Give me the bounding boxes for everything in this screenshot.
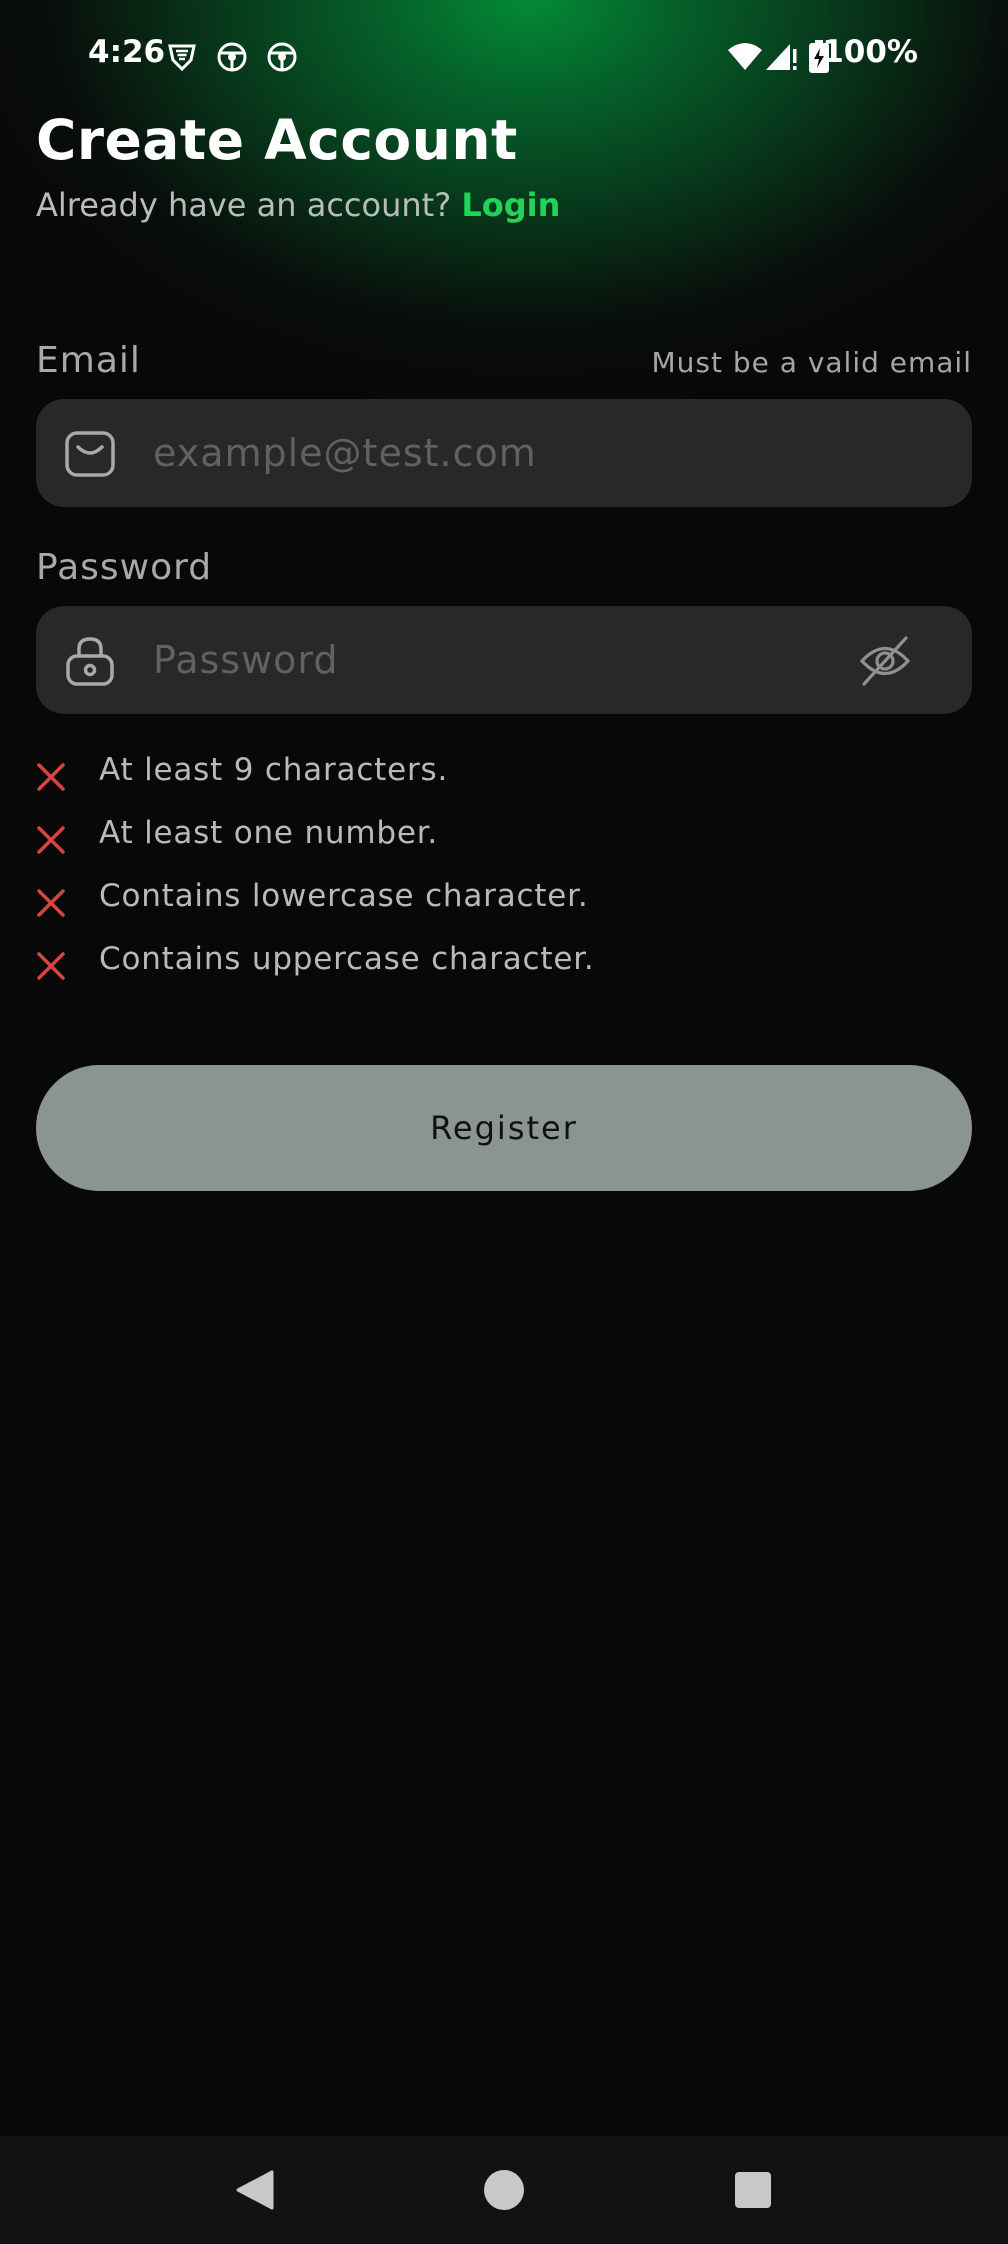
requirement-item: At least 9 characters. [36,752,972,815]
password-requirements: At least 9 characters. At least one numb… [36,752,972,1004]
password-label: Password [36,547,213,588]
password-field[interactable] [36,606,972,714]
email-input[interactable] [153,399,853,507]
close-icon [37,826,65,854]
wifi-icon [728,43,762,70]
eye-off-icon[interactable] [858,634,912,688]
requirement-text: Contains lowercase character. [99,878,589,914]
vpn-shield-icon [168,44,196,72]
close-icon [37,952,65,980]
page-title: Create Account [36,108,518,172]
login-prompt-text: Already have an account? [36,186,452,224]
header-gradient [0,0,1008,640]
battery-percent: 100% [822,34,918,70]
system-nav-bar [0,2136,1008,2244]
register-button[interactable]: Register [36,1065,972,1191]
requirement-text: At least 9 characters. [99,752,449,788]
close-icon [37,763,65,791]
email-field[interactable] [36,399,972,507]
status-time: 4:26 [88,34,166,70]
recents-square-icon[interactable] [723,2160,783,2220]
email-hint: Must be a valid email [651,346,972,379]
close-icon [37,889,65,917]
requirement-text: At least one number. [99,815,439,851]
lock-icon [66,637,114,686]
requirement-item: Contains uppercase character. [36,941,972,1004]
requirement-text: Contains uppercase character. [99,941,595,977]
password-input[interactable] [153,606,853,714]
login-prompt: Already have an account? Login [36,186,560,224]
back-triangle-icon[interactable] [226,2160,286,2220]
requirement-item: At least one number. [36,815,972,878]
mail-icon [65,431,115,477]
signal-icon [766,44,797,70]
login-link[interactable]: Login [461,186,560,224]
home-circle-icon[interactable] [474,2160,534,2220]
steering-wheel-icon [267,42,297,72]
email-label: Email [36,340,141,381]
requirement-item: Contains lowercase character. [36,878,972,941]
steering-wheel-icon [217,42,247,72]
status-bar: 4:26 100% [0,28,1008,88]
